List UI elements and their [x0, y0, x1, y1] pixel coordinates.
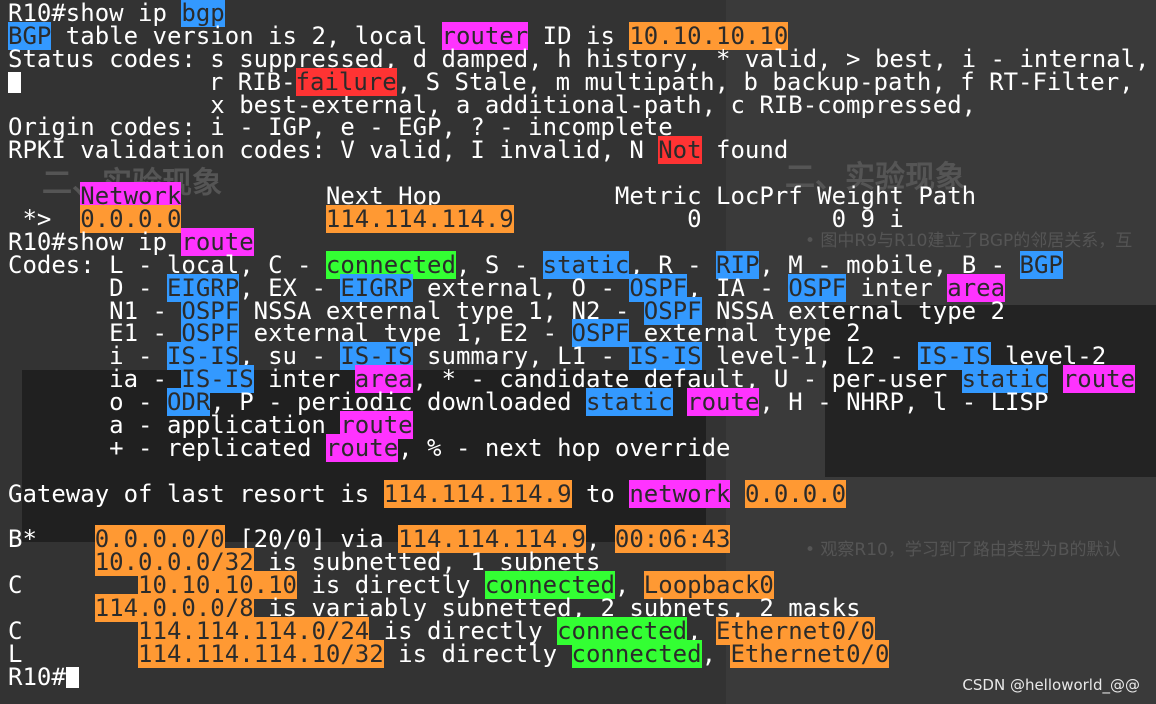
terminal-line: L 114.114.114.10/32 is directly connecte…: [8, 639, 1150, 668]
highlighted-keyword: Not: [658, 136, 702, 165]
highlighted-keyword: network: [629, 479, 731, 508]
terminal-text: Gateway of last resort is: [8, 479, 384, 508]
terminal-text: ,: [701, 639, 731, 668]
terminal-text: + - replicated: [8, 433, 326, 462]
terminal-cursor: [65, 666, 79, 688]
terminal-text: , % - next hop override: [398, 433, 731, 462]
terminal-output[interactable]: R10#show ip bgp BGP table version is 2, l…: [8, 0, 1150, 691]
terminal-text: to: [571, 479, 630, 508]
terminal-text: RPKI validation codes: V valid, I invali…: [8, 136, 659, 165]
highlighted-keyword: 00:06:43: [614, 525, 731, 554]
terminal-line: RPKI validation codes: V valid, I invali…: [8, 136, 1150, 165]
terminal-text: 0 0 9 i: [513, 205, 904, 234]
highlighted-keyword: 114.114.114.9: [383, 479, 572, 508]
csdn-watermark: CSDN @helloworld_@@: [962, 676, 1140, 694]
terminal-text: R10#: [8, 662, 66, 691]
highlighted-keyword: 114.114.114.10/32: [138, 639, 384, 668]
highlighted-keyword: static: [586, 388, 673, 417]
highlighted-keyword: 0.0.0.0: [744, 479, 847, 508]
highlighted-keyword: route: [325, 433, 399, 462]
highlighted-keyword: Ethernet0/0: [730, 639, 890, 668]
highlighted-keyword: route: [1062, 365, 1136, 394]
highlighted-keyword: BGP: [1019, 250, 1063, 279]
highlighted-keyword: connected: [571, 639, 702, 668]
highlighted-keyword: route: [687, 388, 760, 417]
terminal-cursor: [8, 71, 21, 93]
terminal-line: + - replicated route, % - next hop overr…: [8, 433, 1150, 462]
terminal-text: found: [701, 136, 789, 165]
terminal-text: is directly: [383, 639, 572, 668]
highlighted-keyword: 114.114.114.9: [325, 205, 514, 234]
terminal-line: Gateway of last resort is 114.114.114.9 …: [8, 479, 1150, 508]
terminal-text: , H - NHRP, l - LISP: [759, 388, 1049, 417]
